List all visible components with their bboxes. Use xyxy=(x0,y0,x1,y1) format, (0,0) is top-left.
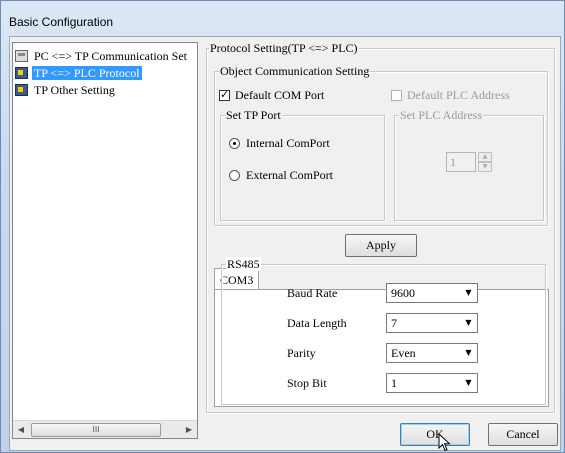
baud-rate-value: 9600 xyxy=(391,286,415,300)
data-length-select[interactable]: 7 ▼ xyxy=(386,313,478,333)
object-communication-group: Object Communication Setting Default COM… xyxy=(214,64,548,226)
scrollbar-thumb[interactable]: III xyxy=(31,423,161,437)
dialog-client-area: PC <=> TP Communication Set TP <=> PLC P… xyxy=(9,36,561,452)
object-communication-title: Object Communication Setting xyxy=(219,64,371,78)
scroll-left-icon[interactable]: ◀ xyxy=(13,421,29,438)
plc-address-value[interactable]: 1 xyxy=(446,152,476,172)
checkbox-check-icon xyxy=(219,88,230,102)
chevron-down-icon[interactable]: ▼ xyxy=(461,285,476,301)
parity-select[interactable]: Even ▼ xyxy=(386,343,478,363)
tree-horizontal-scrollbar[interactable]: ◀ III ▶ xyxy=(13,420,197,438)
basic-configuration-window: Basic Configuration PC <=> TP Communicat… xyxy=(0,0,565,453)
default-plc-address-label: Default PLC Address xyxy=(407,88,510,102)
radio-selected-icon xyxy=(229,138,240,149)
tp-device-icon xyxy=(15,84,28,96)
external-comport-label: External ComPort xyxy=(246,168,333,182)
internal-comport-radio[interactable]: Internal ComPort xyxy=(229,136,330,150)
parity-label: Parity xyxy=(287,346,316,360)
mouse-pointer-icon xyxy=(438,433,451,452)
settings-tree[interactable]: PC <=> TP Communication Set TP <=> PLC P… xyxy=(12,42,198,439)
set-plc-address-group: Set PLC Address 1 ▲ ▼ xyxy=(394,108,544,221)
stop-bit-label: Stop Bit xyxy=(287,376,327,390)
chevron-down-icon[interactable]: ▼ xyxy=(461,315,476,331)
apply-button[interactable]: Apply xyxy=(345,234,417,257)
default-com-port-label: Default COM Port xyxy=(235,88,325,102)
ok-button[interactable]: OK xyxy=(400,423,470,446)
tree-item-tp-plc-protocol[interactable]: TP <=> PLC Protocol xyxy=(15,65,142,81)
radio-unselected-icon xyxy=(229,170,240,181)
spin-up-icon[interactable]: ▲ xyxy=(478,152,492,162)
tree-item-label: PC <=> TP Communication Set xyxy=(34,49,187,63)
chevron-down-icon[interactable]: ▼ xyxy=(461,375,476,391)
tree-item-pc-tp-communication[interactable]: PC <=> TP Communication Set xyxy=(15,48,189,64)
baud-rate-label: Baud Rate xyxy=(287,286,338,300)
set-tp-port-title: Set TP Port xyxy=(225,108,282,122)
baud-rate-select[interactable]: 9600 ▼ xyxy=(386,283,478,303)
protocol-setting-title: Protocol Setting(TP <=> PLC) xyxy=(209,41,359,55)
default-com-port-checkbox[interactable]: Default COM Port xyxy=(219,88,324,102)
tree-item-label: TP Other Setting xyxy=(34,83,115,97)
rs485-title: RS485 xyxy=(226,257,261,271)
rs485-group: RS485 Baud Rate 9600 ▼ Data Length 7 ▼ P… xyxy=(221,257,546,405)
spin-down-icon[interactable]: ▼ xyxy=(478,162,492,172)
tp-device-icon xyxy=(15,67,28,79)
window-title: Basic Configuration xyxy=(9,15,114,29)
plc-address-spinner[interactable]: 1 ▲ ▼ xyxy=(446,152,494,174)
external-comport-radio[interactable]: External ComPort xyxy=(229,168,333,182)
set-tp-port-group: Set TP Port Internal ComPort External Co… xyxy=(220,108,385,221)
stop-bit-select[interactable]: 1 ▼ xyxy=(386,373,478,393)
scroll-right-icon[interactable]: ▶ xyxy=(181,421,197,438)
pc-link-icon xyxy=(15,50,28,62)
data-length-value: 7 xyxy=(391,316,397,330)
checkbox-box-icon xyxy=(391,90,402,101)
set-plc-address-title: Set PLC Address xyxy=(399,108,484,122)
stop-bit-value: 1 xyxy=(391,376,397,390)
parity-value: Even xyxy=(391,346,416,360)
data-length-label: Data Length xyxy=(287,316,347,330)
chevron-down-icon[interactable]: ▼ xyxy=(461,345,476,361)
internal-comport-label: Internal ComPort xyxy=(246,136,330,150)
cancel-button[interactable]: Cancel xyxy=(488,423,558,446)
default-plc-address-checkbox[interactable]: Default PLC Address xyxy=(391,88,510,102)
tree-item-tp-other-setting[interactable]: TP Other Setting xyxy=(15,82,117,98)
tree-item-label: TP <=> PLC Protocol xyxy=(32,66,142,80)
